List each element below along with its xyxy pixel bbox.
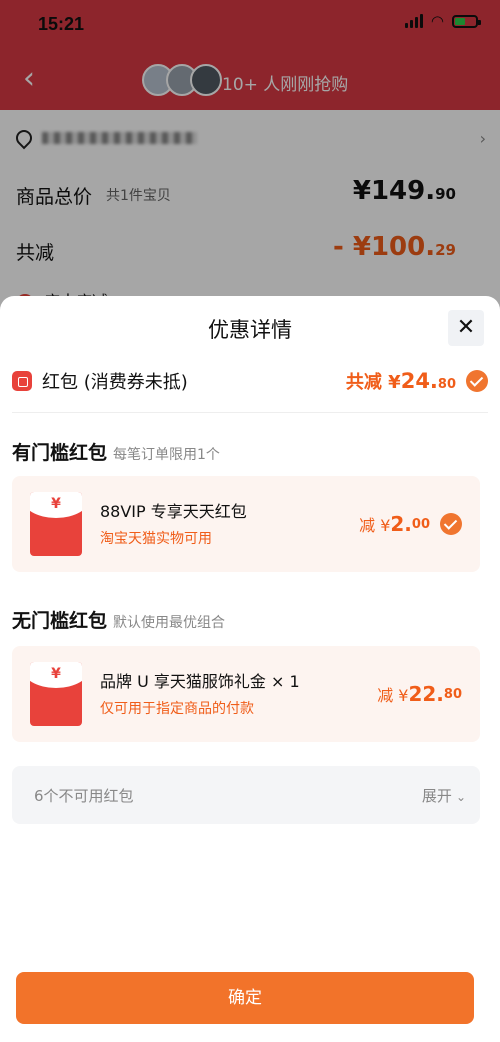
hongbao-label: 红包 (消费券未抵) <box>42 372 188 393</box>
coupon-card-brand[interactable]: ¥ 品牌 U 享天猫服饰礼金 × 1 仅可用于指定商品的付款 减 ¥22. 80 <box>12 646 480 742</box>
check-icon[interactable] <box>466 370 488 392</box>
unavailable-hongbao-row[interactable]: 6个不可用红包 展开 ⌄ <box>12 766 480 824</box>
close-button[interactable]: ✕ <box>448 310 484 346</box>
coupon-sub: 淘宝天猫实物可用 <box>100 531 212 547</box>
sheet-title: 优惠详情 <box>208 318 292 342</box>
chevron-down-icon: ⌄ <box>455 790 466 804</box>
unavailable-label: 6个不可用红包 <box>34 787 134 805</box>
expand-button[interactable]: 展开 ⌄ <box>422 785 466 806</box>
hongbao-row[interactable]: 红包 (消费券未抵) 共减 ¥24.80 <box>12 366 488 396</box>
section-title-no-threshold: 无门槛红包 默认使用最优组合 <box>12 610 226 632</box>
coupon-sub: 仅可用于指定商品的付款 <box>100 701 254 717</box>
coupon-title: 88VIP 专享天天红包 <box>100 502 247 521</box>
divider <box>12 412 488 413</box>
close-icon: ✕ <box>456 315 476 340</box>
coupon-title: 品牌 U 享天猫服饰礼金 × 1 <box>100 672 300 691</box>
coupon-card-88vip[interactable]: ¥ 88VIP 专享天天红包 淘宝天猫实物可用 减 ¥2. 00 <box>12 476 480 572</box>
red-envelope-icon: ¥ <box>30 662 82 726</box>
hongbao-total: 共减 ¥24.80 <box>346 368 488 394</box>
section-title-threshold: 有门槛红包 每笔订单限用1个 <box>12 442 220 464</box>
coupon-amount: 减 ¥2. 00 <box>359 512 462 536</box>
discount-detail-sheet: 优惠详情 ✕ 红包 (消费券未抵) 共减 ¥24.80 有门槛红包 每笔订单限用1… <box>0 296 500 1042</box>
red-envelope-icon: ¥ <box>30 492 82 556</box>
hongbao-icon <box>12 371 32 391</box>
check-icon[interactable] <box>440 513 462 535</box>
coupon-amount: 减 ¥22. 80 <box>377 682 462 706</box>
confirm-button[interactable]: 确定 <box>16 972 474 1024</box>
